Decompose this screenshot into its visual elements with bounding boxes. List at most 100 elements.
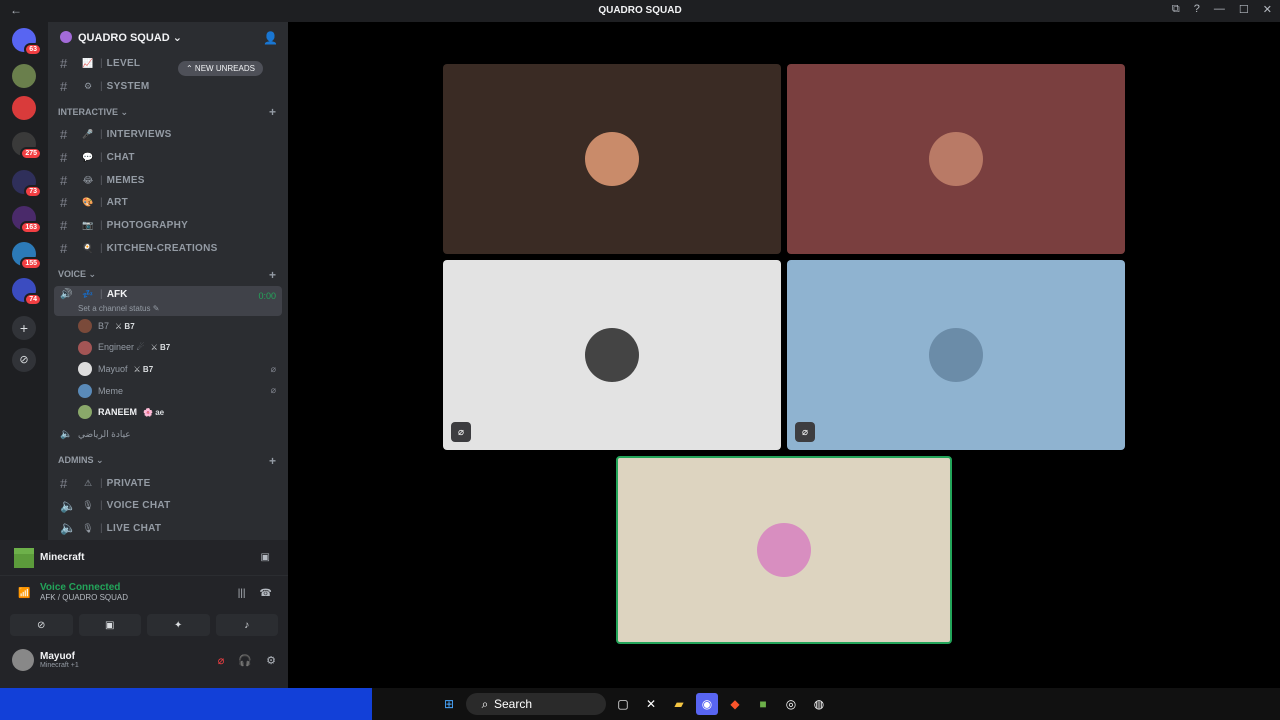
add-channel-icon[interactable]: + [269,454,276,468]
channel-emoji: 🎤 [82,129,94,140]
video-tile[interactable] [443,64,781,254]
channel-voice-chat[interactable]: 🔈 🎙 | VOICE CHAT [48,494,288,517]
notification-badge: 63 [24,43,42,56]
channel-art[interactable]: # 🎨 | ART [48,191,288,214]
help-icon[interactable]: ? [1194,3,1200,16]
video-tile[interactable]: ⌀ [443,260,781,450]
server-icon[interactable]: 74 [12,278,42,306]
category-voice[interactable]: VOICE ⌄ + [48,264,288,286]
discord-icon[interactable]: ◉ [696,693,718,715]
add-channel-icon[interactable]: + [269,105,276,119]
hash-icon: # [60,240,68,256]
channel-emoji: ⚠ [83,477,93,488]
voice-channel-afk[interactable]: 🔊 💤 | AFK 0:00 Set a channel status ✎ [54,285,282,316]
task-view-icon[interactable]: ▢ [612,693,634,715]
user-name: RANEEM [98,407,138,418]
channel-system[interactable]: # ⚙ | SYSTEM [48,75,288,98]
camera-off-button[interactable]: ⊘ [10,614,73,636]
notification-badge: 163 [20,221,42,234]
avatar [78,319,92,334]
channel-name: SYSTEM [106,80,150,92]
disconnect-icon[interactable]: ☎ [260,588,272,599]
minimize-icon[interactable]: — [1214,3,1225,16]
close-icon[interactable]: ✕ [1263,3,1272,16]
voice-user[interactable]: B7 ⚔ B7 [48,316,288,338]
server-icon[interactable] [12,64,36,88]
video-tile[interactable] [787,64,1125,254]
server-icon[interactable]: 155 [12,242,42,270]
activity-bar[interactable]: Minecraft ▣ [0,540,288,576]
channel-name: PRIVATE [106,477,151,489]
notification-badge: 73 [24,185,42,198]
channel-name: عيادة الرياضي [78,428,131,439]
os-taskbar: ⊞ ⌕ Search ▢ ✕ ▰ ◉ ◆ ■ ◎ ◍ [0,688,1280,720]
mic-muted-icon: ⌀ [270,363,276,374]
add-member-icon[interactable]: 👤 [263,31,278,45]
channel-emoji: 🎨 [82,197,94,208]
channel-memes[interactable]: # 😂 | MEMES [48,169,288,192]
mic-muted-icon[interactable]: ⌀ [218,654,225,667]
activity-name: Minecraft [40,552,85,563]
voice-user[interactable]: Engineer ☄ ⚔ B7 [48,337,288,359]
chrome-icon[interactable]: ◎ [780,693,802,715]
channel-status[interactable]: Set a channel status ✎ [78,304,282,313]
steam-icon[interactable]: ◍ [808,693,830,715]
server-icon[interactable]: 63 [12,28,42,56]
add-channel-icon[interactable]: + [269,268,276,282]
category-label: VOICE ⌄ [58,269,97,279]
user-name: B7 [98,321,110,332]
brave-icon[interactable]: ◆ [724,693,746,715]
category-label: INTERACTIVE ⌄ [58,106,129,117]
user-activity: Minecraft +1 [40,662,79,669]
discover-icon[interactable]: ⊘ [12,348,36,372]
avatar[interactable] [12,649,34,671]
voice-channel-arabic[interactable]: 🔈 عيادة الرياضي [48,423,288,446]
mic-muted-icon: ⌀ [270,385,276,396]
channel-name: ART [106,197,129,209]
server-header[interactable]: QUADRO SQUAD ⌄ 👤 [48,22,288,52]
channel-chat[interactable]: # 💬 | CHAT [48,146,288,169]
server-icon[interactable] [12,96,36,120]
headphones-icon[interactable]: 🎧 [238,654,252,667]
avatar [585,328,639,382]
activities-button[interactable]: ✦ [147,614,210,636]
channel-interviews[interactable]: # 🎤 | INTERVIEWS [48,123,288,146]
soundboard-button[interactable]: ♪ [215,614,278,636]
server-icon[interactable]: 275 [12,132,42,160]
maximize-icon[interactable]: ☐ [1239,3,1249,16]
channel-kitchen-creations[interactable]: # 🍳 | KITCHEN-CREATIONS [48,237,288,260]
app-icon[interactable]: ✕ [640,693,662,715]
video-tile[interactable]: ⌀ [787,260,1125,450]
taskbar-search[interactable]: ⌕ Search [466,693,606,715]
channel-private[interactable]: # ⚠ | PRIVATE [48,472,288,495]
hash-icon: # [60,78,68,94]
voice-action-row: ⊘ ▣ ✦ ♪ [0,610,288,640]
screen-share-button[interactable]: ▣ [78,614,141,636]
server-icon[interactable]: 73 [12,170,42,198]
channel-photography[interactable]: # 📷 | PHOTOGRAPHY [48,214,288,237]
category-interactive[interactable]: INTERACTIVE ⌄ + [48,101,288,123]
inbox-icon[interactable]: ⧉ [1172,3,1180,16]
user-tag: ⚔ B7 [133,364,154,374]
noise-suppression-icon[interactable]: ||| [238,588,246,599]
windows-start-icon[interactable]: ⊞ [438,693,460,715]
window-title: QUADRO SQUAD [598,5,682,16]
channel-level[interactable]: # 📈 | LEVEL [48,52,288,75]
channel-live-chat[interactable]: 🔈 🎙 | LIVE CHAT [48,517,288,540]
server-icon[interactable]: 163 [12,206,42,234]
gear-icon[interactable]: ⚙ [266,654,276,667]
hash-icon: # [60,127,68,143]
channel-emoji: 📈 [82,57,94,68]
signal-icon: 📶 [18,588,31,599]
notification-badge: 74 [24,293,42,306]
hash-icon: # [60,217,68,233]
share-screen-icon[interactable]: ▣ [261,552,270,563]
category-admins[interactable]: ADMINS ⌄ + [48,450,288,472]
voice-user[interactable]: Meme ⌀ [48,380,288,402]
minecraft-icon[interactable]: ■ [752,693,774,715]
add-server-icon[interactable]: + [12,316,36,340]
folder-icon[interactable]: ▰ [668,693,690,715]
voice-user[interactable]: Mayuof ⚔ B7 ⌀ [48,359,288,381]
video-tile-speaking[interactable] [616,456,952,644]
voice-user[interactable]: RANEEM 🌸 ae [48,402,288,424]
